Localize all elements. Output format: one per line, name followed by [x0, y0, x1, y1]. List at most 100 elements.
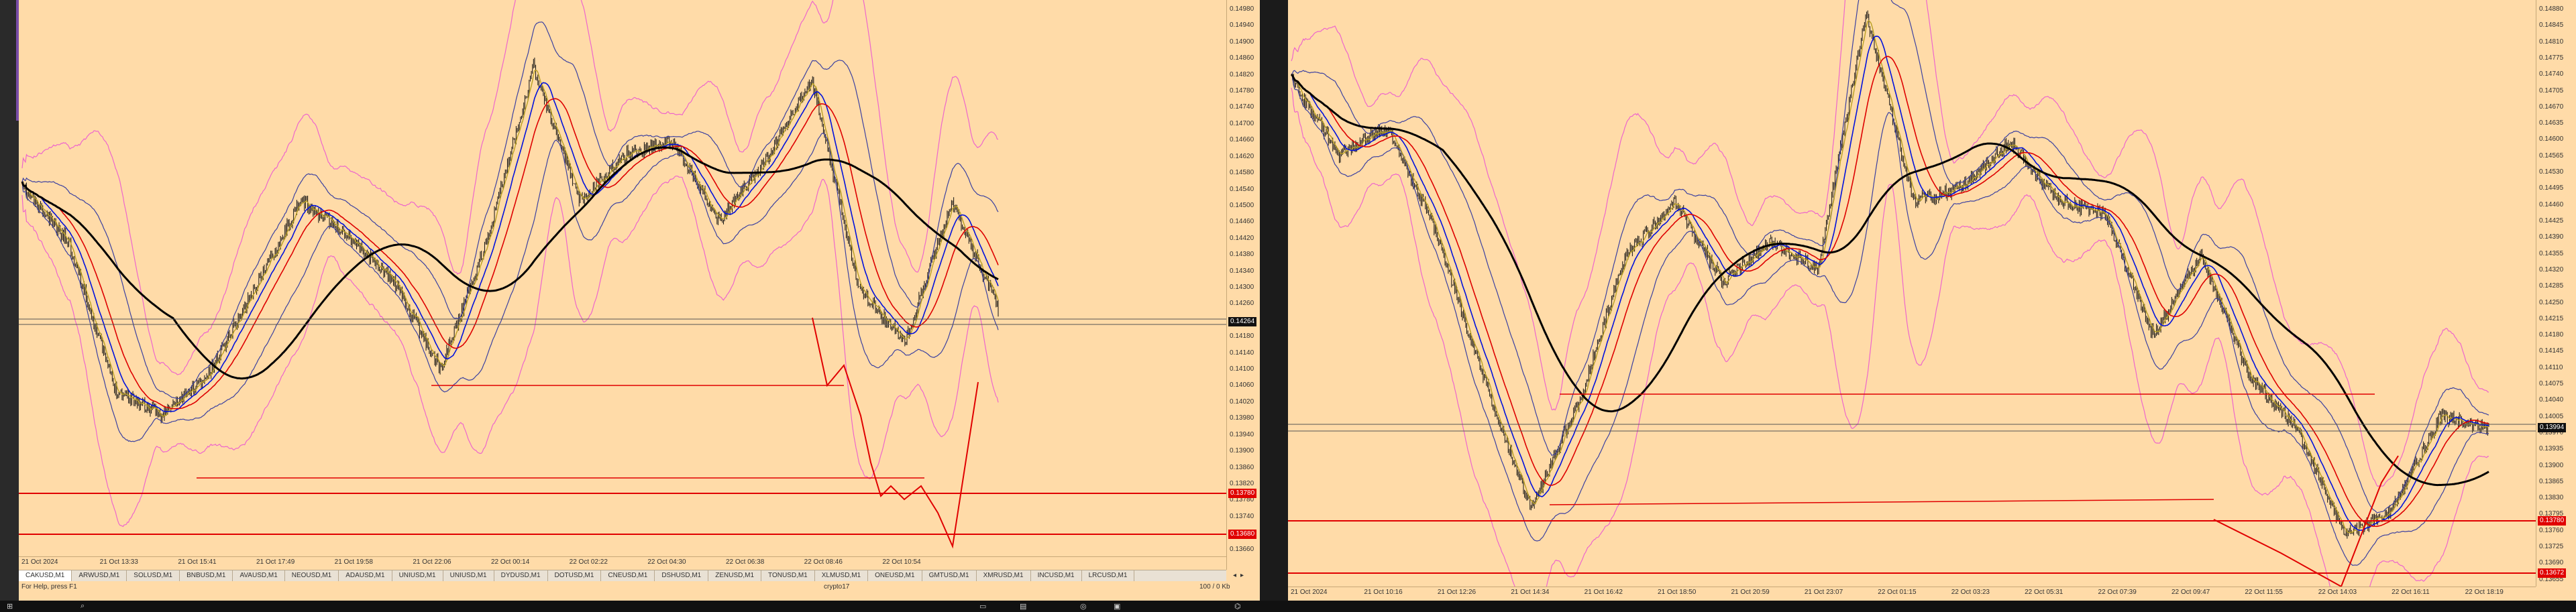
price-tick-label: 0.13725: [2539, 543, 2564, 551]
price-tick-label: 0.14300: [1230, 284, 1254, 291]
symbol-tab[interactable]: ZENUSD,M1: [708, 570, 762, 581]
symbol-tab[interactable]: ONEUSD,M1: [868, 570, 922, 581]
time-tick-label: 21 Oct 14:34: [1511, 589, 1550, 596]
candles: [1292, 10, 2489, 539]
price-tick-label: 0.13860: [1230, 463, 1254, 471]
price-tick-label: 0.14180: [2539, 331, 2564, 339]
projection-path: [812, 317, 979, 549]
left-chart-window[interactable]: 0.14980 0.14940 0.14900 0.14860 0.14820 0.147…: [19, 0, 1260, 601]
price-tick-label: 0.14020: [1230, 397, 1254, 406]
right-time-axis[interactable]: 21 Oct 2024 21 Oct 10:16 21 Oct 12:26 21 Oc…: [1288, 587, 2536, 599]
price-tick-label: 0.13865: [2539, 477, 2564, 485]
time-tick-label: 22 Oct 07:39: [2098, 589, 2137, 596]
ma-long-line: [21, 146, 999, 380]
price-tick-label: 0.14845: [2539, 21, 2564, 29]
symbol-tab[interactable]: AVAUSD,M1: [233, 570, 285, 581]
symbol-tab[interactable]: ADAUSD,M1: [339, 570, 392, 581]
time-tick-label: 22 Oct 02:22: [569, 558, 608, 566]
price-tick-label: 0.14940: [1230, 21, 1254, 29]
task-view-icon[interactable]: ▭: [979, 602, 986, 611]
time-tick-label: 22 Oct 18:19: [2465, 589, 2504, 596]
tab-scroll-left-icon[interactable]: ◂: [1233, 572, 1236, 579]
time-tick-label: 22 Oct 08:46: [804, 558, 843, 566]
price-tick-label: 0.14860: [1230, 54, 1254, 62]
time-tick-label: 22 Oct 00:14: [491, 558, 530, 566]
symbol-tab[interactable]: ARWUSD,M1: [72, 570, 127, 581]
symbol-tab[interactable]: DYDUSD,M1: [494, 570, 548, 581]
price-tick-label: 0.14320: [2539, 265, 2564, 273]
current-price-badge: 0.14264: [1228, 317, 1257, 326]
browser-icon[interactable]: ◎: [1080, 602, 1087, 611]
left-symbol-tabs[interactable]: CAKUSD,M1 ARWUSD,M1 SOLUSD,M1 BNBUSD,M1 AVAU…: [19, 570, 1226, 581]
left-status-help: For Help, press F1: [21, 583, 77, 591]
price-tick-label: 0.13980: [1230, 414, 1254, 422]
left-status-traffic: 100 / 0 Kb: [1199, 583, 1230, 591]
symbol-tab[interactable]: XLMUSD,M1: [815, 570, 869, 581]
price-tick-label: 0.14670: [2539, 103, 2564, 111]
price-tick-label: 0.14620: [1230, 152, 1254, 160]
right-price-axis[interactable]: 0.14880 0.14845 0.14810 0.14775 0.14740 0.147…: [2536, 0, 2576, 587]
price-tick-label: 0.14660: [1230, 136, 1254, 144]
price-tick-label: 0.14820: [1230, 70, 1254, 78]
left-price-axis[interactable]: 0.14980 0.14940 0.14900 0.14860 0.14820 0.147…: [1226, 0, 1260, 570]
tab-scroll-right-icon[interactable]: ▸: [1240, 572, 1244, 579]
symbol-tab[interactable]: BNBUSD,M1: [180, 570, 233, 581]
symbol-tab[interactable]: UNIUSD,M1: [392, 570, 443, 581]
price-tick-label: 0.13660: [1230, 545, 1254, 553]
symbol-tab[interactable]: CNEUSD,M1: [601, 570, 655, 581]
network-icon[interactable]: ⌬: [1234, 602, 1241, 611]
left-window-strip: [0, 0, 19, 601]
symbol-tab[interactable]: DOTUSD,M1: [548, 570, 602, 581]
symbol-tab[interactable]: CAKUSD,M1: [19, 570, 72, 581]
price-tick-label: 0.14380: [1230, 251, 1254, 259]
price-tick-label: 0.14635: [2539, 119, 2564, 127]
price-tick-label: 0.14810: [2539, 38, 2564, 46]
symbol-tab[interactable]: TONUSD,M1: [761, 570, 815, 581]
price-tick-label: 0.14075: [2539, 380, 2564, 388]
search-icon[interactable]: ⌕: [80, 602, 85, 611]
symbol-tab[interactable]: XMRUSD,M1: [977, 570, 1031, 581]
time-tick-label: 22 Oct 06:38: [726, 558, 765, 566]
price-tick-label: 0.14580: [1230, 169, 1254, 177]
time-tick-label: 21 Oct 19:58: [334, 558, 373, 566]
price-tick-label: 0.14880: [2539, 5, 2564, 13]
price-tick-label: 0.14145: [2539, 347, 2564, 355]
time-tick-label: 21 Oct 23:07: [1804, 589, 1843, 596]
price-tick-label: 0.14180: [1230, 332, 1254, 341]
price-tick-label: 0.13830: [2539, 494, 2564, 502]
time-tick-label: 22 Oct 01:15: [1878, 589, 1917, 596]
left-status-profile: crypto17: [824, 583, 850, 591]
bollinger-inner-lower: [1291, 74, 2489, 566]
symbol-tab[interactable]: SOLUSD,M1: [127, 570, 180, 581]
left-price-plot[interactable]: [19, 0, 1226, 570]
time-tick-label: 21 Oct 18:50: [1658, 589, 1697, 596]
time-tick-label: 21 Oct 10:16: [1364, 589, 1403, 596]
right-chart-window[interactable]: 0.14880 0.14845 0.14810 0.14775 0.14740 0.147…: [1288, 0, 2576, 601]
price-tick-label: 0.13940: [1230, 430, 1254, 438]
left-time-axis[interactable]: 21 Oct 2024 21 Oct 13:33 21 Oct 15:41 21 Oc…: [19, 556, 1226, 569]
symbol-tab[interactable]: DSHUSD,M1: [655, 570, 709, 581]
price-tick-label: 0.14495: [2539, 184, 2564, 192]
right-price-plot[interactable]: [1288, 0, 2536, 587]
price-tick-label: 0.13740: [1230, 512, 1254, 520]
symbol-tab[interactable]: LRCUSD,M1: [1082, 570, 1135, 581]
windows-icon[interactable]: ⊞: [7, 602, 13, 611]
price-tick-label: 0.14285: [2539, 282, 2564, 290]
symbol-tab[interactable]: NEOUSD,M1: [285, 570, 339, 581]
symbol-tab[interactable]: UNIUSD,M1: [443, 570, 494, 581]
time-tick-label: 21 Oct 16:42: [1584, 589, 1623, 596]
folder-icon[interactable]: ▤: [1020, 602, 1026, 611]
price-tick-label: 0.13690: [2539, 559, 2564, 567]
time-tick-label: 21 Oct 2024: [21, 558, 58, 566]
ma-fast-line: [21, 70, 999, 418]
terminal-icon[interactable]: ▣: [1114, 602, 1120, 611]
price-tick-label: 0.14740: [1230, 103, 1254, 111]
symbol-tab[interactable]: INCUSD,M1: [1031, 570, 1082, 581]
symbol-tab[interactable]: GMTUSD,M1: [922, 570, 977, 581]
time-tick-label: 21 Oct 20:59: [1731, 589, 1770, 596]
time-tick-label: 21 Oct 2024: [1291, 589, 1328, 596]
left-tab-nav[interactable]: ◂ ▸: [1233, 570, 1244, 580]
time-tick-label: 22 Oct 10:54: [882, 558, 921, 566]
time-tick-label: 21 Oct 22:06: [413, 558, 451, 566]
time-tick-label: 21 Oct 17:49: [256, 558, 295, 566]
